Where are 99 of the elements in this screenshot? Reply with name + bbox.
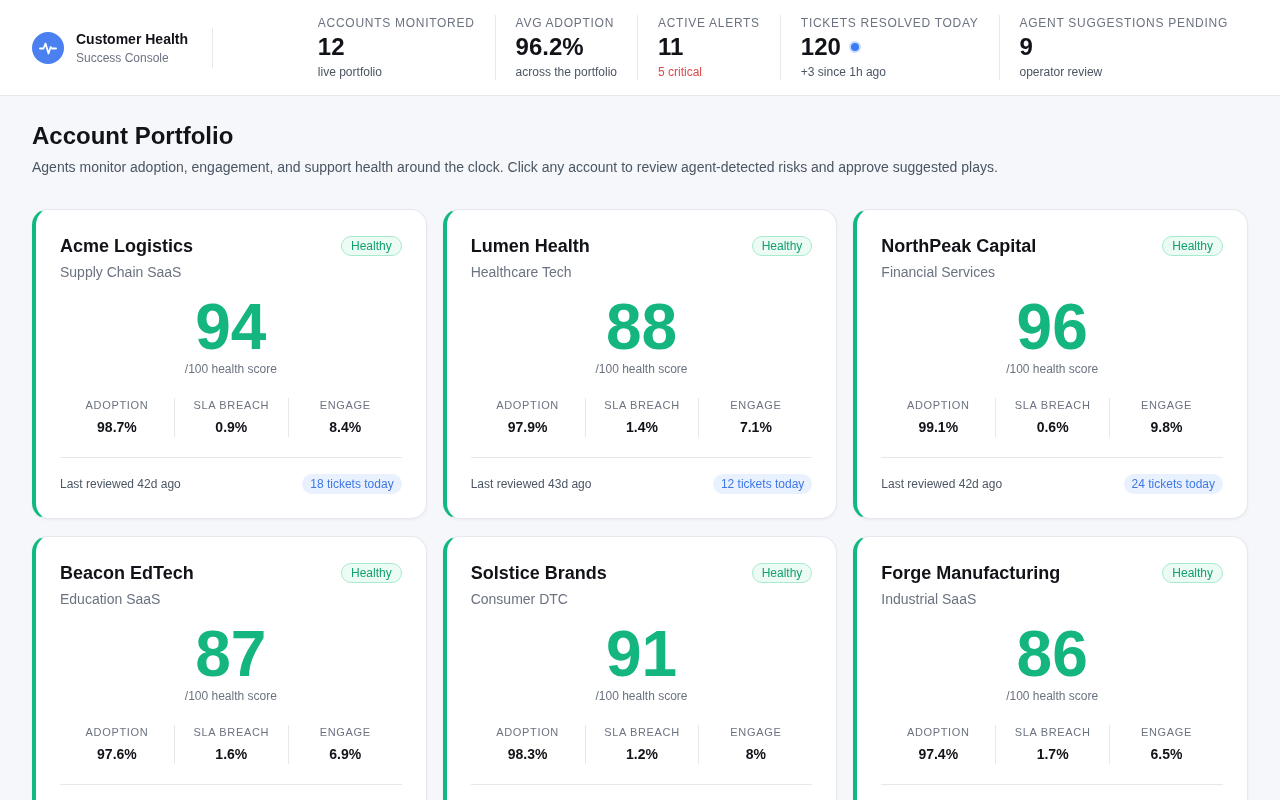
account-name: Solstice Brands [470,562,607,585]
stat-value: 9 [1019,32,1033,62]
score-caption: /100 health score [184,361,277,377]
metric-value: 1.6% [215,745,248,764]
metric-value: 6.9% [329,745,362,764]
tickets-badge: 18 tickets today [302,474,402,494]
metric-label: ADOPTION [496,398,559,412]
metric-value: 0.9% [215,418,248,437]
metric-value: 98.3% [507,745,548,764]
metric-label: ADOPTION [85,725,149,739]
account-card[interactable]: Acme Logistics Supply Chain SaaS Healthy 94 /100 health score ADOPTION 98.7% SLA BREACH 0.9% ENGAGE 8.4% Last reviewed 42d ago 18 tickets today [32,209,427,519]
metric-label: ADOPTION [906,725,970,739]
metric-label: ADOPTION [906,398,970,412]
stat-value: 12 [317,32,345,62]
account-card[interactable]: Lumen Health Healthcare Tech Healthy 88 /100 health score ADOPTION 97.9% SLA BREACH 1.4% ENGAGE 7.1% Last reviewed 43d ago 12 tickets today [442,209,838,519]
metric-label: ENGAGE [730,725,782,739]
status-badge: Healthy [1162,563,1223,583]
metric-value: 98.7% [97,418,137,437]
stat-note: operator review [1019,64,1104,80]
stat-label: ACCOUNTS MONITORED [317,15,475,31]
score-caption: /100 health score [1006,361,1099,377]
metric-label: ADOPTION [496,725,559,739]
metric-label: ADOPTION [85,398,149,412]
score-caption: /100 health score [595,688,688,704]
last-reviewed-text: Last reviewed 43d ago [470,476,592,492]
status-badge: Healthy [751,563,813,583]
score-caption: /100 health score [1006,688,1099,704]
status-badge: Healthy [340,563,402,583]
metric-label: SLA BREACH [1014,725,1091,739]
stat-value: 11 [658,32,684,62]
metric-label: ENGAGE [1141,725,1193,739]
account-industry: Supply Chain SaaS [60,263,183,282]
status-badge: Healthy [340,236,402,256]
metric-label: ENGAGE [730,398,782,412]
metric-value: 99.1% [918,418,959,437]
metric-value: 97.9% [507,418,548,437]
tickets-badge: 12 tickets today [712,474,813,494]
stat-value: 120 [800,32,841,62]
metric-label: ENGAGE [319,398,371,412]
metric-value: 1.2% [626,745,658,764]
health-score: 96 [1016,295,1088,359]
stat-value: 96.2% [515,32,584,62]
stat-label: TICKETS RESOLVED TODAY [800,15,979,31]
status-badge: Healthy [1162,236,1223,256]
stat-label: AGENT SUGGESTIONS PENDING [1019,15,1228,31]
health-score: 87 [195,622,267,686]
account-name: Acme Logistics [60,235,194,258]
status-badge: Healthy [751,236,813,256]
health-score: 88 [605,295,678,359]
account-card[interactable]: NorthPeak Capital Financial Services Healthy 96 /100 health score ADOPTION 99.1% SLA BREACH 0.6% ENGAGE 9.8% Last reviewed 42d ago 24 tickets today [853,209,1248,519]
tickets-badge: 24 tickets today [1123,474,1223,494]
account-industry: Industrial SaaS [881,590,978,609]
pulse-logo-icon [32,31,64,64]
score-caption: /100 health score [595,361,688,377]
stat-label: AVG ADOPTION [515,15,616,31]
metric-label: SLA BREACH [604,725,680,739]
metric-label: SLA BREACH [1014,398,1091,412]
metric-label: ENGAGE [319,725,371,739]
last-reviewed-text: Last reviewed 42d ago [881,476,1003,492]
account-name: Lumen Health [470,235,590,258]
account-name: Beacon EdTech [60,562,194,585]
metric-value: 9.8% [1150,418,1183,437]
metric-value: 97.6% [97,745,137,764]
score-caption: /100 health score [184,688,277,704]
last-reviewed-text: Last reviewed 42d ago [60,476,181,492]
account-industry: Education SaaS [60,590,162,609]
account-card[interactable]: Solstice Brands Consumer DTC Healthy 91 /100 health score ADOPTION 98.3% SLA BREACH 1.2% ENGAGE 8% [442,536,838,800]
metric-value: 8.4% [329,418,362,437]
stat-note: 5 critical [658,64,703,80]
health-score: 86 [1016,622,1088,686]
metric-value: 6.5% [1150,745,1183,764]
metric-value: 1.4% [626,418,658,437]
metric-label: SLA BREACH [604,398,680,412]
health-score: 91 [605,622,678,686]
account-industry: Financial Services [881,263,996,282]
app-title: Customer Health [76,29,189,48]
live-dot-icon [848,41,861,53]
stat-note: live portfolio [317,64,383,80]
stat-note: across the portfolio [515,64,617,80]
stat-label: ACTIVE ALERTS [658,15,760,31]
metric-value: 8% [745,745,766,764]
health-score: 94 [195,295,267,359]
metric-label: SLA BREACH [193,398,270,412]
account-industry: Consumer DTC [470,590,569,609]
metric-label: ENGAGE [1141,398,1193,412]
app-subtitle: Success Console [76,49,170,66]
metric-value: 1.7% [1036,745,1069,764]
account-card[interactable]: Beacon EdTech Education SaaS Healthy 87 /100 health score ADOPTION 97.6% SLA BREACH 1.6% ENGAGE 6.9% [32,536,427,800]
metric-value: 7.1% [739,418,772,437]
account-name: NorthPeak Capital [881,235,1037,258]
account-industry: Healthcare Tech [470,263,573,282]
page-description: Agents monitor adoption, engagement, and support health around the clock. Click any account to review agent-detected risks and approve suggested plays. [32,158,999,177]
stat-note: +3 since 1h ago [800,64,887,80]
account-name: Forge Manufacturing [881,562,1061,585]
account-card[interactable]: Forge Manufacturing Industrial SaaS Healthy 86 /100 health score ADOPTION 97.4% SLA BREACH 1.7% ENGAGE 6.5% [853,536,1248,800]
page-title: Account Portfolio [32,121,234,151]
metric-value: 97.4% [918,745,959,764]
metric-label: SLA BREACH [193,725,270,739]
metric-value: 0.6% [1036,418,1069,437]
